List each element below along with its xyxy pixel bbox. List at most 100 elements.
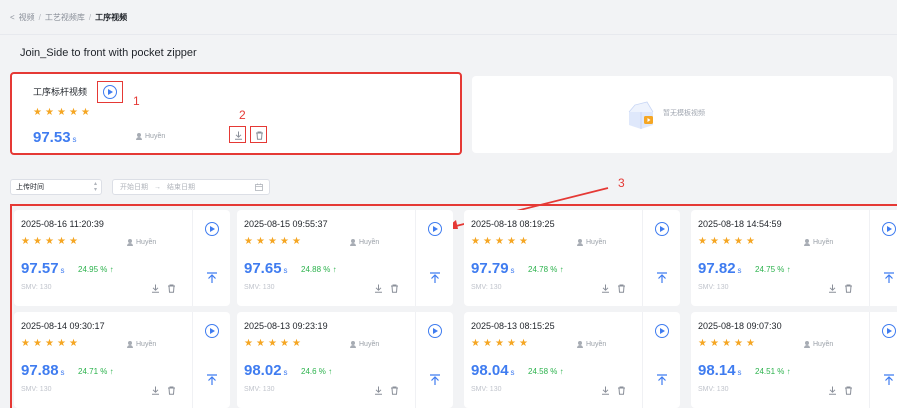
video-card[interactable]: 2025-08-15 09:55:37 ★ ★ ★ ★ ★ Huyền 97.65 s 2… [237,210,453,306]
video-smv: SMV: 130 [471,284,502,291]
template-delete-button[interactable] [254,130,264,140]
video-play-button[interactable] [428,222,442,236]
video-actions [869,210,897,306]
video-score-unit: s [283,266,288,275]
pin-top-button[interactable] [655,272,669,286]
video-play-button[interactable] [428,324,442,338]
video-user-name: Huyền [586,239,607,246]
video-play-button[interactable] [882,324,896,338]
video-download-button[interactable] [150,283,160,293]
video-download-button[interactable] [373,385,383,395]
pin-top-button[interactable] [428,272,442,286]
trash-icon [844,386,852,395]
video-score-unit: s [510,368,515,377]
video-rating: ★ ★ ★ ★ ★ [244,237,302,247]
video-card[interactable]: 2025-08-13 08:15:25 ★ ★ ★ ★ ★ Huyền 98.04 s 2… [464,312,680,408]
video-date: 2025-08-13 08:15:25 [471,321,555,331]
end-date-input[interactable]: 结束日期 [167,182,195,192]
template-play-button[interactable] [103,85,117,99]
video-delete-button[interactable] [389,385,399,395]
video-rating: ★ ★ ★ ★ ★ [21,237,79,247]
video-smv: SMV: 130 [244,284,275,291]
pin-top-icon [430,374,440,385]
star-icon: ★ [69,107,78,118]
video-user-name: Huyền [813,239,834,246]
video-card[interactable]: 2025-08-18 09:07:30 ★ ★ ★ ★ ★ Huyền 98.14 s 2… [691,312,897,408]
template-download-button[interactable] [233,130,243,140]
video-user: Huyền [127,239,156,246]
pin-top-button[interactable] [428,374,442,388]
pin-top-button[interactable] [882,374,896,388]
pin-top-button[interactable] [205,272,219,286]
video-percent: 24.71 % ↑ [78,367,114,376]
video-percent: 24.75 % ↑ [755,265,791,274]
video-user: Huyền [350,239,379,246]
video-score: 97.88 s [21,362,65,379]
star-icon: ★ [507,338,516,349]
annotation-number-1: 1 [133,94,140,108]
breadcrumb-separator: / [38,13,41,22]
video-card[interactable]: 2025-08-18 08:19:25 ★ ★ ★ ★ ★ Huyền 97.79 s 2… [464,210,680,306]
video-card[interactable]: 2025-08-18 14:54:59 ★ ★ ★ ★ ★ Huyền 97.82 s 2… [691,210,897,306]
video-delete-button[interactable] [843,385,853,395]
star-icon: ★ [33,236,42,247]
video-delete-button[interactable] [616,385,626,395]
empty-box-icon [625,100,657,130]
video-play-button[interactable] [205,324,219,338]
video-download-button[interactable] [150,385,160,395]
video-score: 98.02 s [244,362,288,379]
sort-select[interactable]: 上传时间 ▴ ▾ [10,179,102,195]
video-score-value: 97.57 [21,260,59,277]
divider [0,34,897,35]
video-rating: ★ ★ ★ ★ ★ [698,237,756,247]
pin-top-button[interactable] [882,272,896,286]
template-user-name: Huyền [145,133,166,140]
star-icon: ★ [45,107,54,118]
pin-top-button[interactable] [205,374,219,388]
download-icon [374,386,382,395]
pin-top-button[interactable] [655,374,669,388]
breadcrumb-item-library[interactable]: 工艺视频库 [45,12,85,23]
video-score: 97.82 s [698,260,742,277]
video-download-button[interactable] [600,385,610,395]
video-actions [869,312,897,408]
video-delete-button[interactable] [843,283,853,293]
video-card[interactable]: 2025-08-16 11:20:39 ★ ★ ★ ★ ★ Huyền 97.57 s 2… [14,210,230,306]
video-play-button[interactable] [882,222,896,236]
video-card[interactable]: 2025-08-14 09:30:17 ★ ★ ★ ★ ★ Huyền 97.88 s 2… [14,312,230,408]
video-play-button[interactable] [655,222,669,236]
video-download-button[interactable] [827,385,837,395]
sort-select-label: 上传时间 [16,184,44,191]
download-icon [828,386,836,395]
star-icon: ★ [244,236,253,247]
video-card[interactable]: 2025-08-13 09:23:19 ★ ★ ★ ★ ★ Huyền 98.02 s 2… [237,312,453,408]
video-score: 98.04 s [471,362,515,379]
play-icon [210,226,215,232]
video-delete-button[interactable] [389,283,399,293]
breadcrumb-item-video[interactable]: 视频 [19,12,35,23]
video-delete-button[interactable] [166,385,176,395]
video-download-button[interactable] [827,283,837,293]
video-play-button[interactable] [655,324,669,338]
user-icon [804,341,810,348]
star-icon: ★ [734,236,743,247]
video-download-button[interactable] [373,283,383,293]
back-icon[interactable]: < [10,13,15,22]
star-icon: ★ [268,338,277,349]
start-date-input[interactable]: 开始日期 [120,182,148,192]
video-delete-button[interactable] [616,283,626,293]
video-download-button[interactable] [600,283,610,293]
video-user-name: Huyền [813,341,834,348]
video-score-unit: s [283,368,288,377]
date-range-picker[interactable]: 开始日期 → 结束日期 [112,179,270,195]
star-icon: ★ [280,236,289,247]
video-smv: SMV: 130 [21,386,52,393]
star-icon: ★ [256,338,265,349]
user-icon [577,239,583,246]
star-icon: ★ [292,236,301,247]
breadcrumb-item-current: 工序视频 [95,13,128,22]
video-delete-button[interactable] [166,283,176,293]
video-smv: SMV: 130 [471,386,502,393]
video-actions [415,210,453,306]
video-play-button[interactable] [205,222,219,236]
